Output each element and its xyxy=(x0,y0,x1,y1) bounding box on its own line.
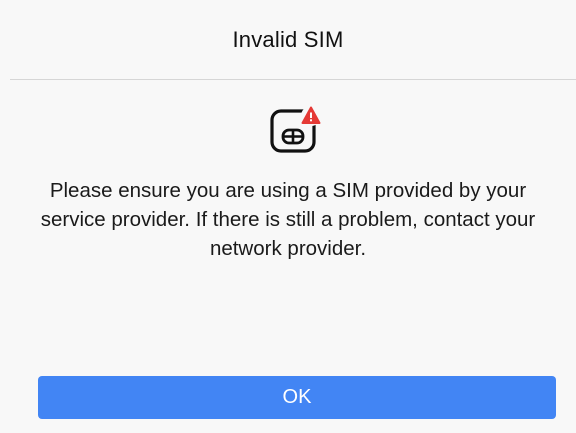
dialog-message: Please ensure you are using a SIM provid… xyxy=(40,179,536,260)
ok-button[interactable]: OK xyxy=(38,376,556,419)
dialog-header: Invalid SIM xyxy=(0,0,576,80)
sim-card-error-icon xyxy=(270,106,321,153)
dialog-title: Invalid SIM xyxy=(232,27,344,52)
invalid-sim-dialog: Invalid SIM Please ensure you are using … xyxy=(0,0,576,433)
header-divider xyxy=(10,79,576,80)
